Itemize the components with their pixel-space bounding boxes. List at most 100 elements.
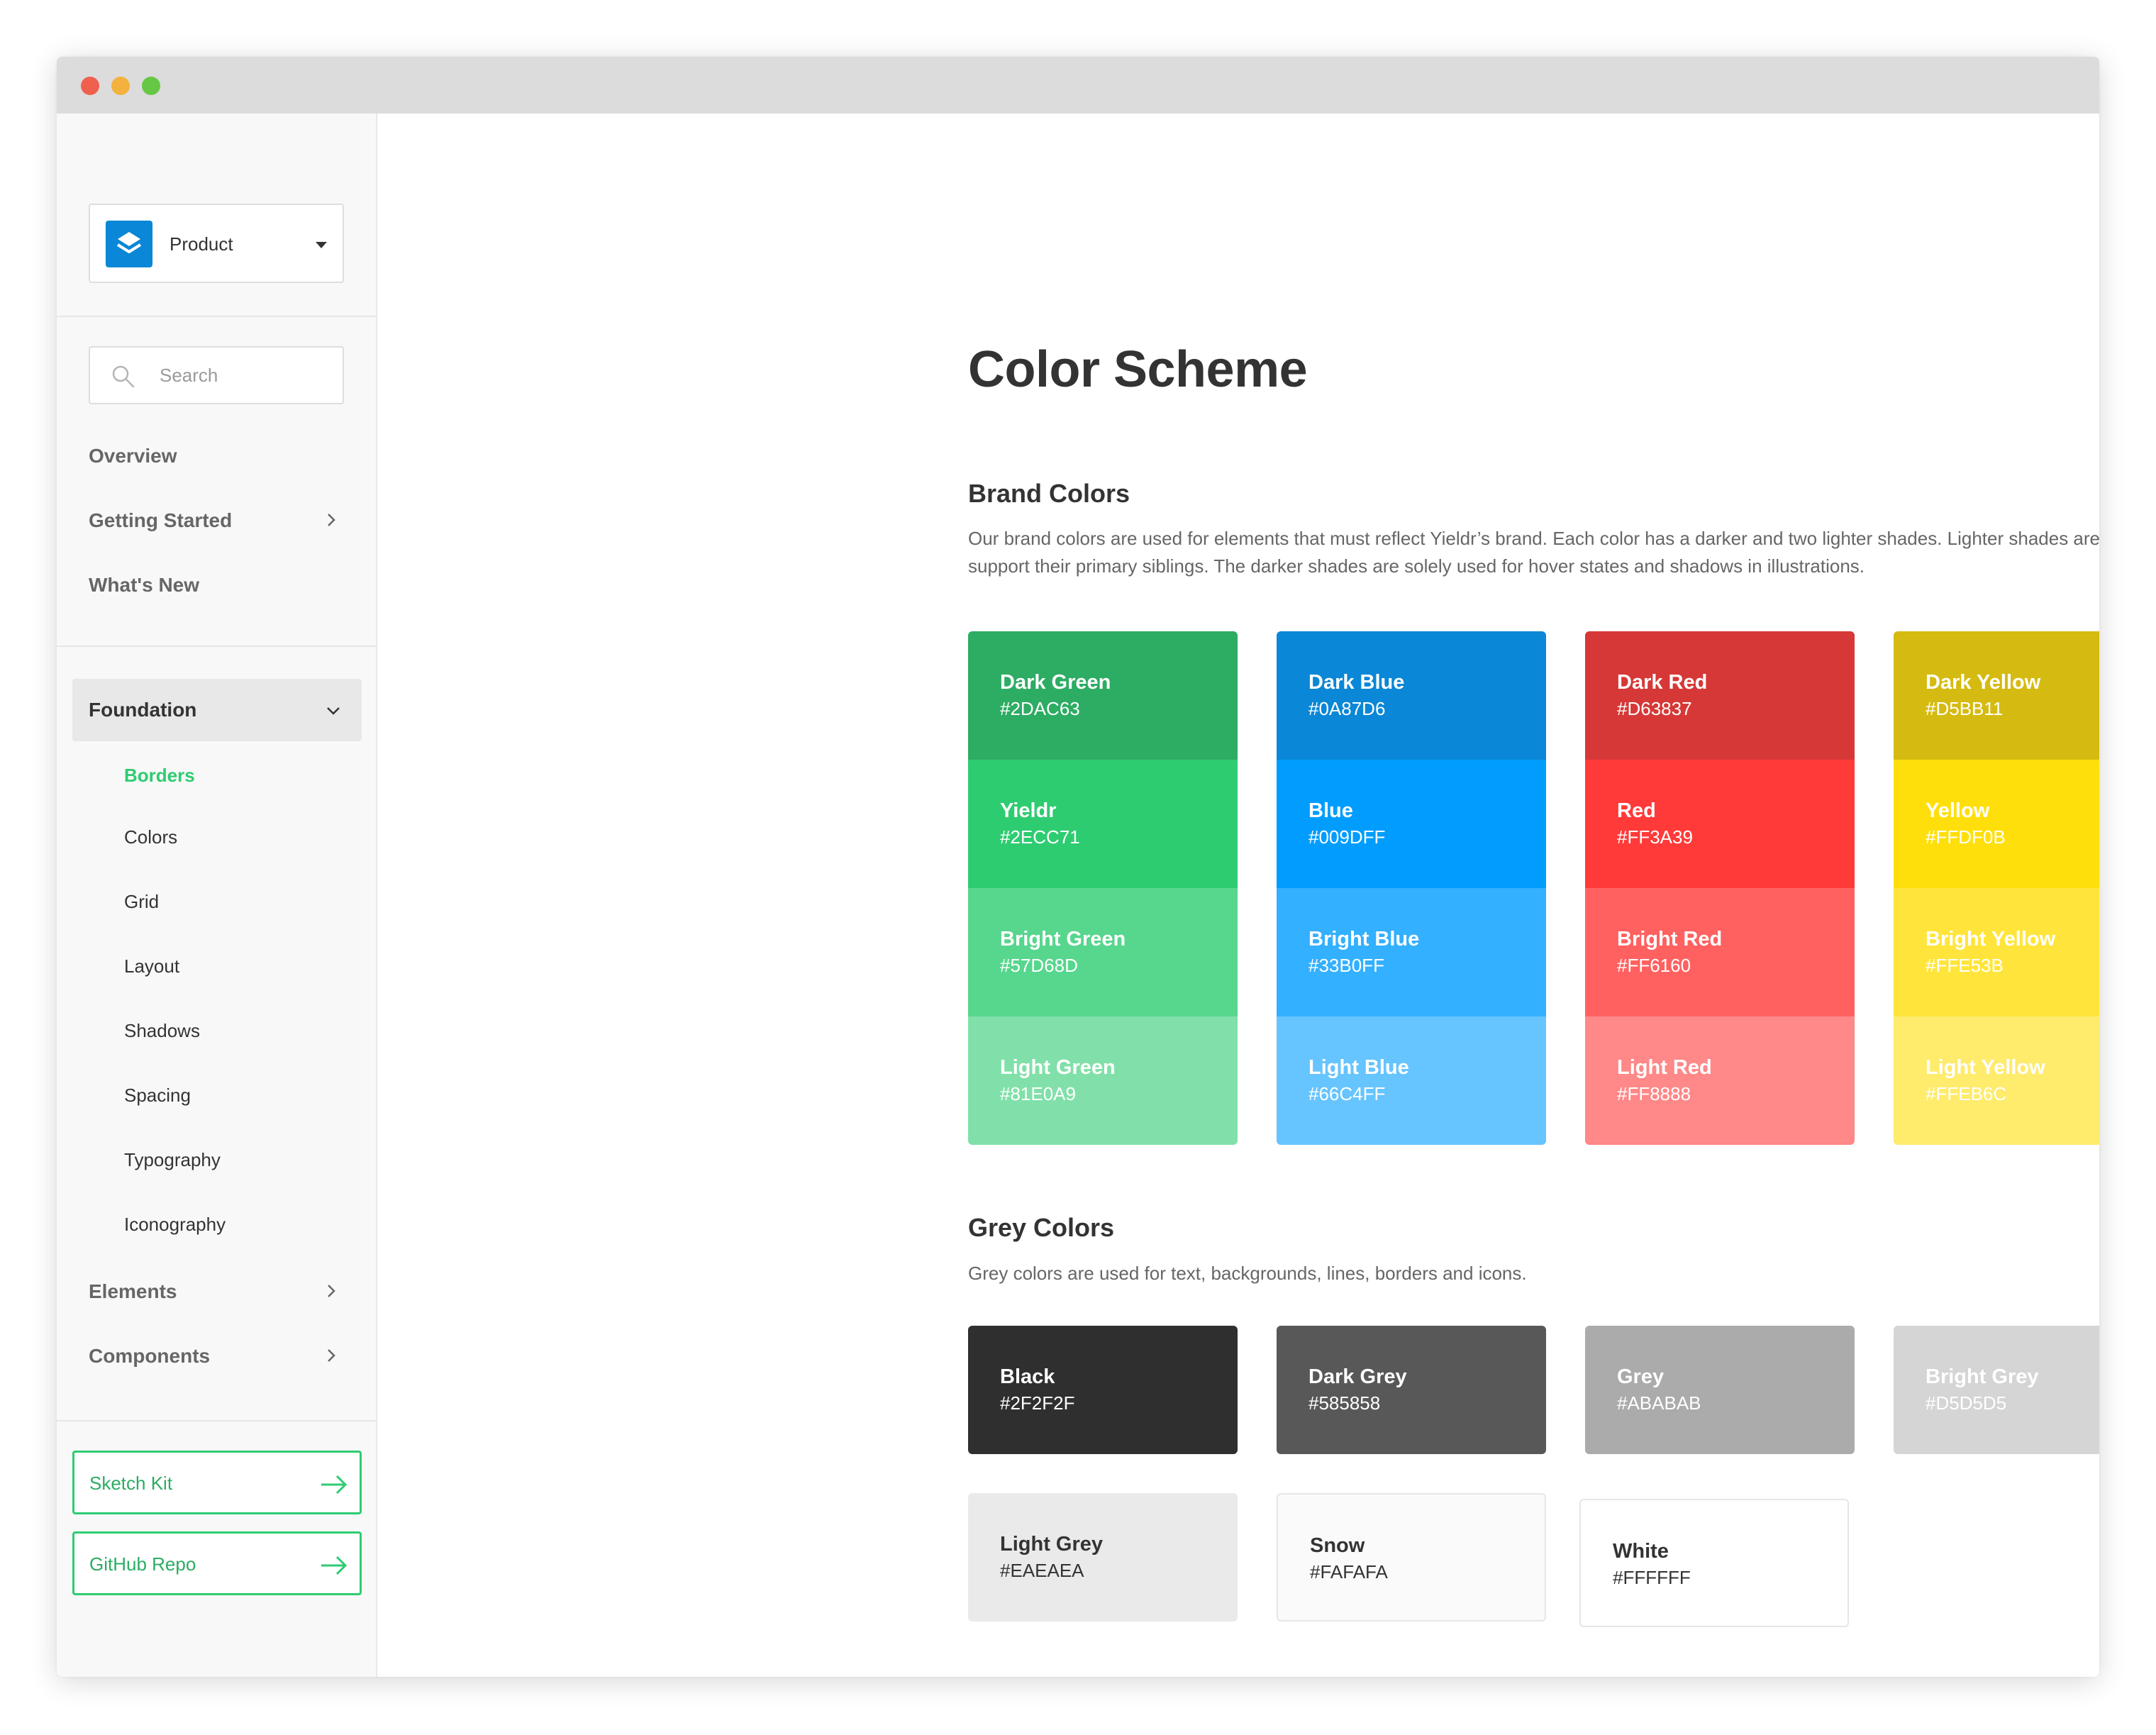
color-swatch[interactable]: Blue #009DFF: [1277, 760, 1546, 888]
sidebar-item-whats-new[interactable]: What's New: [89, 574, 199, 597]
sidebar-divider: [57, 645, 376, 647]
brand-color-column: Dark Blue #0A87D6 Blue #009DFF Bright Blue #3…: [1277, 631, 1546, 1145]
browser-window: Product Overview Getting Started What's …: [57, 57, 2099, 1677]
sidebar-item-iconography[interactable]: Iconography: [124, 1214, 226, 1236]
caret-down-icon: [316, 242, 327, 248]
swatch-name: Yellow: [1926, 799, 1990, 822]
swatch-name: Light Blue: [1308, 1056, 1409, 1079]
swatch-hex: #009DFF: [1308, 826, 1386, 848]
swatch-name: Dark Yellow: [1926, 671, 2041, 694]
grey-swatch[interactable]: Grey #ABABAB: [1585, 1326, 1855, 1454]
swatch-name: Bright Red: [1617, 928, 1723, 950]
swatch-hex: #2ECC71: [1000, 826, 1080, 848]
swatch-hex: #EAEAEA: [1000, 1560, 1084, 1581]
grey-swatch[interactable]: White #FFFFFF: [1579, 1499, 1849, 1627]
swatch-name: Yieldr: [1000, 799, 1057, 822]
swatch-name: Snow: [1310, 1534, 1365, 1557]
sidebar-item-components[interactable]: Components: [89, 1345, 210, 1368]
github-repo-button[interactable]: GitHub Repo: [72, 1531, 362, 1595]
swatch-hex: #ABABAB: [1617, 1392, 1701, 1414]
color-swatch[interactable]: Light Red #FF8888: [1585, 1016, 1855, 1145]
swatch-hex: #FF8888: [1617, 1083, 1691, 1104]
swatch-name: Dark Grey: [1308, 1365, 1407, 1388]
sidebar-item-spacing[interactable]: Spacing: [124, 1085, 191, 1107]
sketch-kit-label: Sketch Kit: [89, 1473, 173, 1494]
swatch-name: Bright Green: [1000, 928, 1126, 950]
color-swatch[interactable]: Yieldr #2ECC71: [968, 760, 1238, 888]
color-swatch[interactable]: Bright Blue #33B0FF: [1277, 888, 1546, 1016]
grey-swatch[interactable]: Light Grey #EAEAEA: [968, 1493, 1238, 1622]
sidebar-item-layout[interactable]: Layout: [124, 955, 179, 977]
color-swatch[interactable]: Dark Yellow #D5BB11: [1894, 631, 2099, 760]
chevron-down-icon: [327, 707, 340, 715]
grey-swatch[interactable]: Bright Grey #D5D5D5: [1894, 1326, 2099, 1454]
chevron-right-icon: [328, 514, 335, 526]
swatch-name: Bright Blue: [1308, 928, 1420, 950]
color-swatch[interactable]: Bright Yellow #FFE53B: [1894, 888, 2099, 1016]
swatch-name: Light Green: [1000, 1056, 1116, 1079]
search-input[interactable]: [160, 357, 330, 393]
product-logo: [106, 221, 152, 267]
color-swatch[interactable]: Yellow #FFDF0B: [1894, 760, 2099, 888]
sidebar-item-grid[interactable]: Grid: [124, 891, 159, 913]
color-swatch[interactable]: Light Blue #66C4FF: [1277, 1016, 1546, 1145]
search-box[interactable]: [89, 346, 344, 404]
swatch-name: White: [1613, 1540, 1669, 1563]
sidebar-item-typography[interactable]: Typography: [124, 1149, 221, 1171]
swatch-hex: #D5BB11: [1926, 698, 2004, 719]
swatch-hex: #FFE53B: [1926, 955, 2004, 976]
grey-swatch[interactable]: Black #2F2F2F: [968, 1326, 1238, 1454]
swatch-name: Light Yellow: [1926, 1056, 2045, 1079]
grey-swatch[interactable]: Dark Grey #585858: [1277, 1326, 1546, 1454]
grey-colors-heading: Grey Colors: [968, 1213, 1115, 1242]
swatch-name: Dark Blue: [1308, 671, 1405, 694]
swatch-hex: #57D68D: [1000, 955, 1078, 976]
color-swatch[interactable]: Dark Blue #0A87D6: [1277, 631, 1546, 760]
swatch-hex: #33B0FF: [1308, 955, 1384, 976]
maximize-window-button[interactable]: [142, 77, 160, 95]
swatch-hex: #81E0A9: [1000, 1083, 1076, 1104]
grey-swatch[interactable]: Snow #FAFAFA: [1277, 1493, 1546, 1622]
brand-color-column: Dark Yellow #D5BB11 Yellow #FFDF0B Bright Ye…: [1894, 631, 2099, 1145]
sidebar-divider: [57, 316, 376, 317]
brand-color-column: Dark Green #2DAC63 Yieldr #2ECC71 Bright Gre…: [968, 631, 1238, 1145]
color-swatch[interactable]: Dark Green #2DAC63: [968, 631, 1238, 760]
swatch-hex: #2DAC63: [1000, 698, 1080, 719]
swatch-hex: #0A87D6: [1308, 698, 1386, 719]
swatch-name: Bright Yellow: [1926, 928, 2056, 950]
swatch-name: Blue: [1308, 799, 1353, 822]
sidebar-item-elements[interactable]: Elements: [89, 1280, 177, 1303]
sidebar: Product Overview Getting Started What's …: [57, 113, 377, 1677]
arrow-right-icon: [321, 1556, 348, 1575]
close-window-button[interactable]: [81, 77, 99, 95]
color-swatch[interactable]: Red #FF3A39: [1585, 760, 1855, 888]
product-selector-label: Product: [170, 233, 233, 255]
color-swatch[interactable]: Bright Red #FF6160: [1585, 888, 1855, 1016]
arrow-right-icon: [321, 1475, 348, 1495]
sketch-kit-button[interactable]: Sketch Kit: [72, 1451, 362, 1514]
search-icon: [112, 365, 135, 388]
color-swatch[interactable]: Bright Green #57D68D: [968, 888, 1238, 1016]
swatch-name: Dark Green: [1000, 671, 1111, 694]
swatch-hex: #FF3A39: [1617, 826, 1693, 848]
swatch-hex: #FFFFFF: [1613, 1567, 1691, 1588]
product-selector[interactable]: Product: [89, 204, 344, 283]
swatch-hex: #585858: [1308, 1392, 1381, 1414]
sidebar-item-borders[interactable]: Borders: [124, 765, 195, 787]
sidebar-item-overview[interactable]: Overview: [89, 445, 177, 467]
color-swatch[interactable]: Dark Red #D63837: [1585, 631, 1855, 760]
swatch-name: Bright Grey: [1926, 1365, 2039, 1388]
sidebar-item-shadows[interactable]: Shadows: [124, 1020, 200, 1042]
color-swatch[interactable]: Light Yellow #FFEB6C: [1894, 1016, 2099, 1145]
layers-icon: [116, 232, 142, 253]
sidebar-item-getting-started[interactable]: Getting Started: [89, 509, 232, 532]
brand-colors-heading: Brand Colors: [968, 479, 1130, 508]
swatch-hex: #FFDF0B: [1926, 826, 2006, 848]
github-repo-label: GitHub Repo: [89, 1553, 196, 1575]
sidebar-item-foundation[interactable]: Foundation: [72, 679, 362, 741]
swatch-name: Light Red: [1617, 1056, 1712, 1079]
sidebar-item-colors[interactable]: Colors: [124, 826, 177, 848]
minimize-window-button[interactable]: [111, 77, 130, 95]
color-swatch[interactable]: Light Green #81E0A9: [968, 1016, 1238, 1145]
swatch-hex: #FF6160: [1617, 955, 1691, 976]
